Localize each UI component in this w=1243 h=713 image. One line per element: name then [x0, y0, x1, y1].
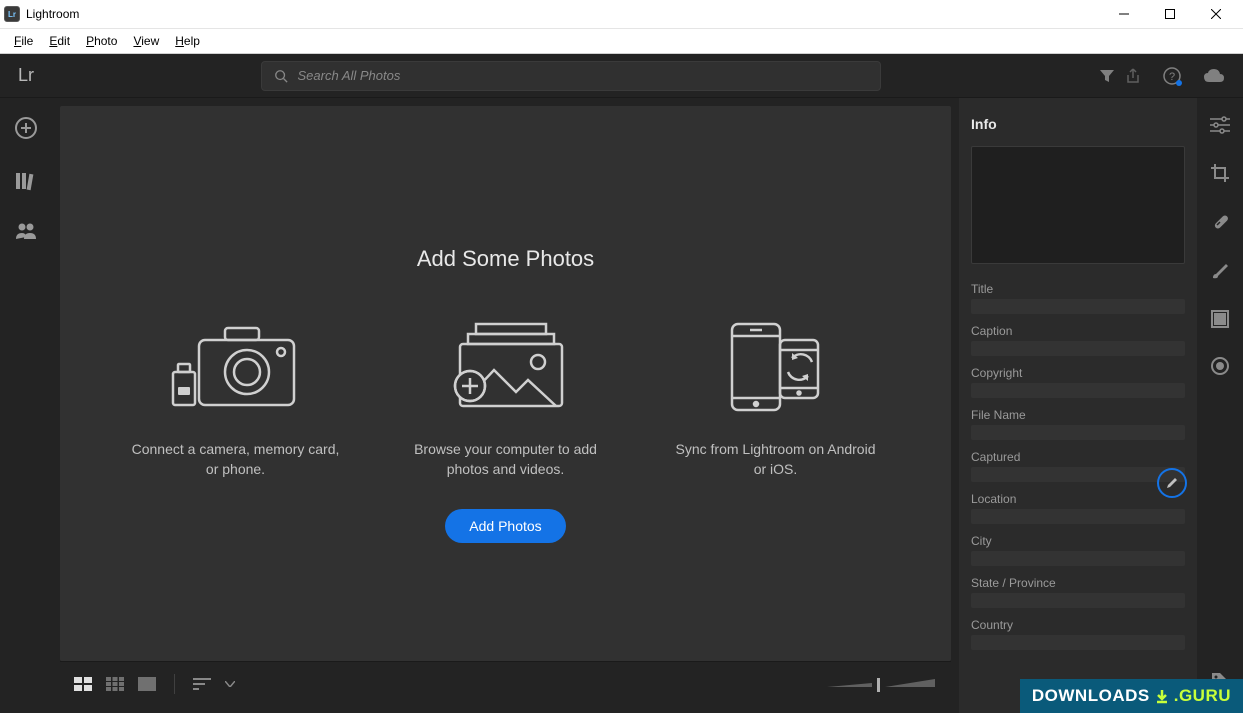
- pencil-icon: [1165, 476, 1179, 490]
- field-label-caption: Caption: [971, 324, 1185, 338]
- window-titlebar: Lr Lightroom: [0, 0, 1243, 29]
- window-maximize-button[interactable]: [1147, 0, 1193, 28]
- option-browse-text: Browse your computer to add photos and v…: [401, 440, 611, 479]
- menu-file[interactable]: File: [6, 31, 41, 51]
- people-rail-button[interactable]: [15, 222, 37, 245]
- option-connect-camera: Connect a camera, memory card, or phone.: [131, 312, 341, 479]
- window-close-button[interactable]: [1193, 0, 1239, 28]
- watermark-left: DOWNLOADS: [1032, 686, 1150, 706]
- field-input-copyright[interactable]: [971, 383, 1185, 398]
- field-label-country: Country: [971, 618, 1185, 632]
- app-topbar: Lr Search All Photos ?: [0, 54, 1243, 98]
- field-label-city: City: [971, 534, 1185, 548]
- field-input-country[interactable]: [971, 635, 1185, 650]
- adjust-tool-button[interactable]: [1210, 116, 1230, 139]
- menu-edit[interactable]: Edit: [41, 31, 78, 51]
- help-button[interactable]: ?: [1163, 67, 1181, 85]
- search-placeholder: Search All Photos: [298, 68, 401, 83]
- field-label-state: State / Province: [971, 576, 1185, 590]
- single-view-button[interactable]: [138, 677, 156, 691]
- menu-help[interactable]: Help: [167, 31, 208, 51]
- add-photos-button[interactable]: Add Photos: [445, 509, 565, 543]
- window-minimize-button[interactable]: [1101, 0, 1147, 28]
- camera-icon: [171, 322, 301, 412]
- watermark: DOWNLOADS .GURU: [1020, 679, 1243, 713]
- crop-tool-button[interactable]: [1210, 163, 1230, 188]
- sort-dropdown[interactable]: [225, 681, 235, 687]
- library-rail-button[interactable]: [15, 171, 37, 196]
- brush-tool-button[interactable]: [1210, 261, 1230, 286]
- search-icon: [274, 69, 288, 83]
- add-photos-rail-button[interactable]: [14, 116, 38, 145]
- download-arrow-icon: [1154, 688, 1170, 704]
- field-label-copyright: Copyright: [971, 366, 1185, 380]
- linear-gradient-tool-button[interactable]: [1211, 310, 1229, 333]
- info-panel: Info Title Caption Copyright File Name C…: [959, 98, 1197, 713]
- search-input[interactable]: Search All Photos: [261, 61, 881, 91]
- right-tool-rail: [1197, 98, 1243, 713]
- field-input-location[interactable]: [971, 509, 1185, 524]
- empty-state-heading: Add Some Photos: [417, 246, 594, 272]
- healing-tool-button[interactable]: [1210, 212, 1230, 237]
- window-title: Lightroom: [26, 7, 1101, 21]
- menu-photo[interactable]: Photo: [78, 31, 125, 51]
- menubar: File Edit Photo View Help: [0, 29, 1243, 54]
- app-icon: Lr: [4, 6, 20, 22]
- left-rail: [0, 98, 52, 713]
- main-canvas: Add Some Photos: [60, 106, 951, 661]
- option-camera-text: Connect a camera, memory card, or phone.: [131, 440, 341, 479]
- watermark-right: .GURU: [1174, 686, 1231, 706]
- option-browse-computer: Browse your computer to add photos and v…: [401, 312, 611, 479]
- field-input-title[interactable]: [971, 299, 1185, 314]
- field-input-filename[interactable]: [971, 425, 1185, 440]
- sync-mobile-icon: [716, 320, 836, 415]
- thumbnail-size-slider[interactable]: [827, 675, 937, 693]
- radial-gradient-tool-button[interactable]: [1211, 357, 1229, 380]
- app-logo: Lr: [10, 65, 42, 86]
- grid-view-large-button[interactable]: [74, 677, 92, 691]
- share-button[interactable]: [1125, 68, 1141, 84]
- cloud-sync-button[interactable]: [1203, 68, 1225, 84]
- bottom-toolbar: [60, 661, 951, 705]
- edit-captured-button[interactable]: [1157, 468, 1187, 498]
- field-label-location: Location: [971, 492, 1185, 506]
- grid-view-small-button[interactable]: [106, 677, 124, 691]
- field-label-filename: File Name: [971, 408, 1185, 422]
- field-input-captured[interactable]: [971, 467, 1185, 482]
- field-input-state[interactable]: [971, 593, 1185, 608]
- field-input-city[interactable]: [971, 551, 1185, 566]
- field-label-captured: Captured: [971, 450, 1185, 464]
- svg-text:?: ?: [1169, 71, 1175, 83]
- filter-button[interactable]: [1099, 68, 1115, 84]
- menu-view[interactable]: View: [125, 31, 167, 51]
- option-sync-mobile: Sync from Lightroom on Android or iOS.: [671, 312, 881, 479]
- field-label-title: Title: [971, 282, 1185, 296]
- option-sync-text: Sync from Lightroom on Android or iOS.: [671, 440, 881, 479]
- browse-files-icon: [446, 320, 566, 415]
- info-thumbnail: [971, 146, 1185, 264]
- field-input-caption[interactable]: [971, 341, 1185, 356]
- info-panel-title: Info: [971, 116, 1185, 132]
- sort-button[interactable]: [193, 677, 211, 691]
